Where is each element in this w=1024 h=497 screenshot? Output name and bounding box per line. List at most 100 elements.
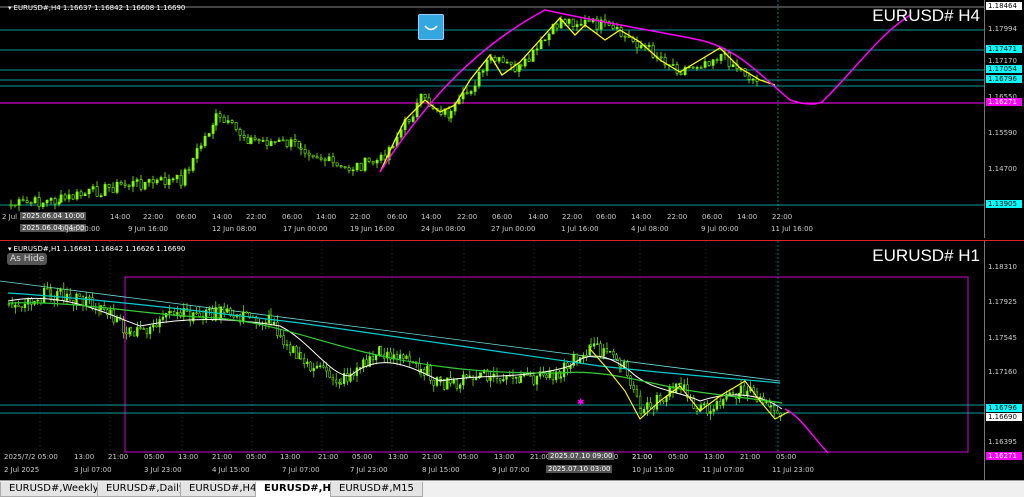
candle-body xyxy=(214,113,218,126)
candle-body xyxy=(238,129,242,136)
time-label: 13:00 xyxy=(704,453,725,461)
candle-body xyxy=(548,370,551,379)
time-label: 11 Jul 23:00 xyxy=(772,466,814,474)
time-label: 24 Jun 08:00 xyxy=(421,225,466,233)
candle-body xyxy=(91,186,95,190)
candle-body xyxy=(139,327,142,329)
candle-body xyxy=(272,321,276,325)
candle-body xyxy=(41,202,45,208)
candle-body xyxy=(465,374,468,378)
h4-plot-area[interactable] xyxy=(0,0,984,226)
candle-body xyxy=(33,197,37,204)
candle-body xyxy=(468,375,471,378)
candle-body xyxy=(582,355,585,358)
candle-body xyxy=(23,303,27,308)
h4-price-scale[interactable]: 1.18464 1.17994 1.17471 1.17170 1.17054 1.167… xyxy=(984,0,1024,238)
time-label: 22:00 xyxy=(246,213,267,221)
candle-body xyxy=(728,392,731,395)
candle-body xyxy=(695,408,699,412)
candle-body xyxy=(619,365,623,368)
h4-chart-pane[interactable]: ▾ EURUSD#,H4 1.16637 1.16842 1.16608 1.16… xyxy=(0,0,1024,238)
candle-body xyxy=(747,75,751,80)
candle-body xyxy=(230,120,234,123)
candle-body xyxy=(455,379,459,389)
time-label: 21:00 xyxy=(108,453,129,461)
price-label: 1.16395 xyxy=(988,438,1017,446)
candle-body xyxy=(187,169,191,172)
candle-body xyxy=(578,357,582,364)
candle-body xyxy=(122,319,125,334)
candle-body xyxy=(592,343,596,347)
h4-time-axis-row2[interactable]: 2025.06.04 04:00 0 Jun 00:00 9 Jun 16:00 12… xyxy=(0,224,984,236)
candle-body xyxy=(587,19,591,23)
candle-body xyxy=(514,376,518,379)
h1-chart-pane[interactable]: ✱ ▾ EURUSD#,H1 1.16681 1.16842 1.16626 1.… xyxy=(0,240,1024,480)
candle-body xyxy=(567,18,571,24)
tab-eurusdweekly[interactable]: EURUSD#,Weekly xyxy=(0,482,108,497)
candle-body xyxy=(211,124,215,134)
h1-time-axis-row2[interactable]: 2 Jul 2025 3 Jul 07:00 3 Jul 23:00 4 Jul 15… xyxy=(0,465,984,477)
h1-plot-area[interactable]: ✱ xyxy=(0,241,984,455)
candle-body xyxy=(429,365,432,381)
candle-body xyxy=(234,122,238,130)
time-label: 14:00 xyxy=(631,213,652,221)
time-label: 22:00 xyxy=(667,213,688,221)
time-label: 05:00 xyxy=(776,453,797,461)
candle-body xyxy=(695,67,699,69)
price-label: 1.16796 xyxy=(986,404,1022,412)
tab-eurusdm15[interactable]: EURUSD#,M15 xyxy=(330,482,423,497)
candle-body xyxy=(371,356,375,361)
candle-body xyxy=(46,287,49,290)
candle-body xyxy=(679,72,683,75)
candle-body xyxy=(132,331,136,337)
collapse-triangle-icon[interactable]: ▾ xyxy=(8,4,12,12)
time-label: 13:00 xyxy=(388,453,409,461)
candle-body xyxy=(559,376,563,379)
as-hide-button[interactable]: As Hide xyxy=(7,253,48,265)
time-label: 11 Jul 07:00 xyxy=(702,466,744,474)
candle-body xyxy=(479,372,483,377)
time-label: 10 Jul 15:00 xyxy=(632,466,674,474)
candle-body xyxy=(555,23,559,29)
price-label: 1.18310 xyxy=(988,263,1017,271)
h1-time-axis-row1[interactable]: 2025/7/2 05:00 13:00 21:00 05:00 13:00 21:00 0… xyxy=(0,452,984,464)
candle-body xyxy=(509,61,513,65)
h4-time-axis[interactable]: 2 Jul 2025.06.04 10:00 14:00 22:00 06:00 14:0… xyxy=(0,212,984,224)
smile-button[interactable] xyxy=(418,14,444,40)
candle-body xyxy=(299,352,303,360)
candle-body xyxy=(659,56,663,59)
candle-body xyxy=(71,194,75,200)
candle-body xyxy=(261,140,265,142)
time-label: 21:00 xyxy=(422,453,443,461)
h1-price-scale[interactable]: 1.18310 1.17925 1.17545 1.17160 1.16796 1.166… xyxy=(984,241,1024,480)
candle-body xyxy=(208,308,211,311)
time-label: 19 Jun 16:00 xyxy=(350,225,395,233)
candle-body xyxy=(449,110,453,119)
collapse-triangle-icon[interactable]: ▾ xyxy=(8,245,12,253)
time-label: 05:00 xyxy=(458,453,479,461)
time-label: 06:00 xyxy=(282,213,303,221)
price-label: 1.18464 xyxy=(986,2,1022,10)
candle-body xyxy=(176,312,179,315)
candle-body xyxy=(79,191,83,197)
candle-body xyxy=(493,57,497,62)
candle-body xyxy=(257,139,261,142)
candle-body xyxy=(297,141,301,149)
candle-body xyxy=(147,179,151,183)
candle-body xyxy=(242,311,245,323)
time-label: 06:00 xyxy=(492,213,513,221)
candle-body xyxy=(709,411,712,414)
candle-body xyxy=(183,169,187,186)
zigzag-line xyxy=(379,17,776,173)
candle-body xyxy=(199,145,203,149)
candle-body xyxy=(426,365,429,376)
tab-eurusdh4[interactable]: EURUSD#,H4 xyxy=(180,482,266,497)
candle-body xyxy=(151,179,155,184)
magenta-range-box xyxy=(124,276,969,453)
price-label: 1.17170 xyxy=(988,57,1017,65)
candle-body xyxy=(232,315,235,318)
candle-body xyxy=(131,181,135,187)
candle-body xyxy=(731,392,735,395)
candle-body xyxy=(465,92,469,95)
candle-body xyxy=(374,354,378,361)
